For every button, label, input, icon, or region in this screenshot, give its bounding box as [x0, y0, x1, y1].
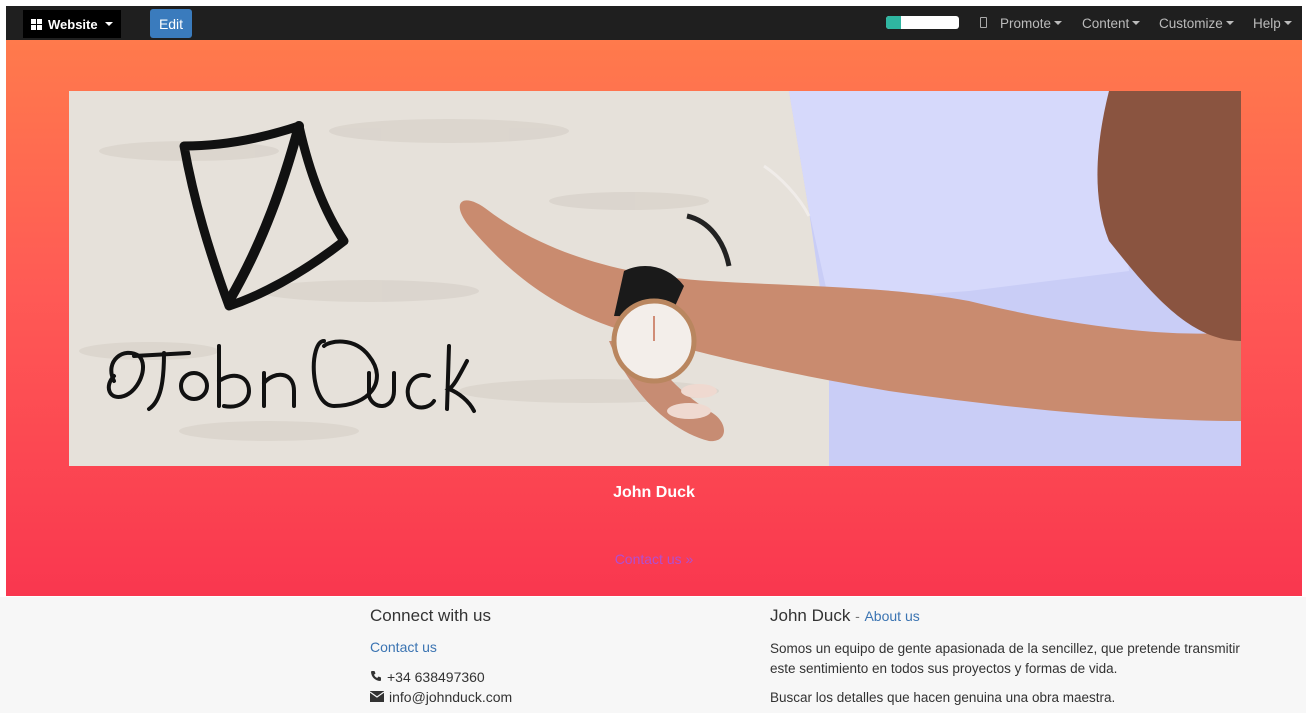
menu-content-label: Content [1082, 15, 1130, 31]
banner-illustration [69, 91, 1241, 466]
phone-icon [370, 669, 382, 685]
menu-help[interactable]: Help [1253, 6, 1292, 40]
menu-promote-label: Promote [1000, 15, 1052, 31]
hero-title: John Duck [613, 484, 695, 501]
about-company-name: John Duck [770, 606, 851, 625]
website-progress-bar [886, 16, 959, 29]
chevron-down-icon [1225, 21, 1234, 25]
footer-about-column: John Duck - About us Somos un equipo de … [770, 606, 1240, 705]
about-separator: - [855, 608, 860, 624]
mobile-preview-icon[interactable] [980, 17, 987, 28]
site-footer: Connect with us Contact us +34 638497360… [0, 597, 1306, 713]
about-heading: John Duck - About us [770, 606, 1240, 626]
connect-heading: Connect with us [370, 606, 491, 625]
menu-help-label: Help [1253, 15, 1281, 31]
hero-section: John Duck Contact us » [6, 40, 1302, 596]
website-menu-button[interactable]: Website [23, 10, 121, 38]
footer-phone: +34 638497360 [370, 669, 710, 685]
footer-email: info@johnduck.com [369, 689, 710, 705]
menu-customize-label: Customize [1159, 15, 1223, 31]
about-paragraph-2: Buscar los detalles que hacen genuina un… [770, 690, 1116, 705]
about-us-link[interactable]: About us [864, 608, 919, 624]
footer-contact-link[interactable]: Contact us [370, 639, 710, 655]
menu-promote[interactable]: Promote [1000, 6, 1063, 40]
chevron-down-icon [1054, 21, 1063, 25]
about-paragraph: Somos un equipo de gente apasionada de l… [770, 641, 1240, 676]
apps-grid-icon [31, 18, 42, 30]
phone-number: +34 638497360 [387, 669, 485, 685]
footer-connect-column: Connect with us Contact us +34 638497360… [369, 606, 710, 705]
hero-banner-image [69, 91, 1241, 466]
edit-button[interactable]: Edit [150, 9, 192, 38]
admin-bar: Website Edit Promote Content Customize H… [6, 6, 1302, 40]
menu-content[interactable]: Content [1082, 6, 1141, 40]
hero-contact-link[interactable]: Contact us » [6, 551, 1302, 567]
progress-fill [886, 16, 901, 29]
chevron-down-icon [104, 22, 113, 26]
chevron-down-icon [1283, 21, 1292, 25]
website-menu-label: Website [48, 16, 98, 32]
menu-customize[interactable]: Customize [1159, 6, 1234, 40]
envelope-icon [369, 689, 385, 705]
chevron-down-icon [1132, 21, 1141, 25]
email-address[interactable]: info@johnduck.com [389, 689, 512, 705]
